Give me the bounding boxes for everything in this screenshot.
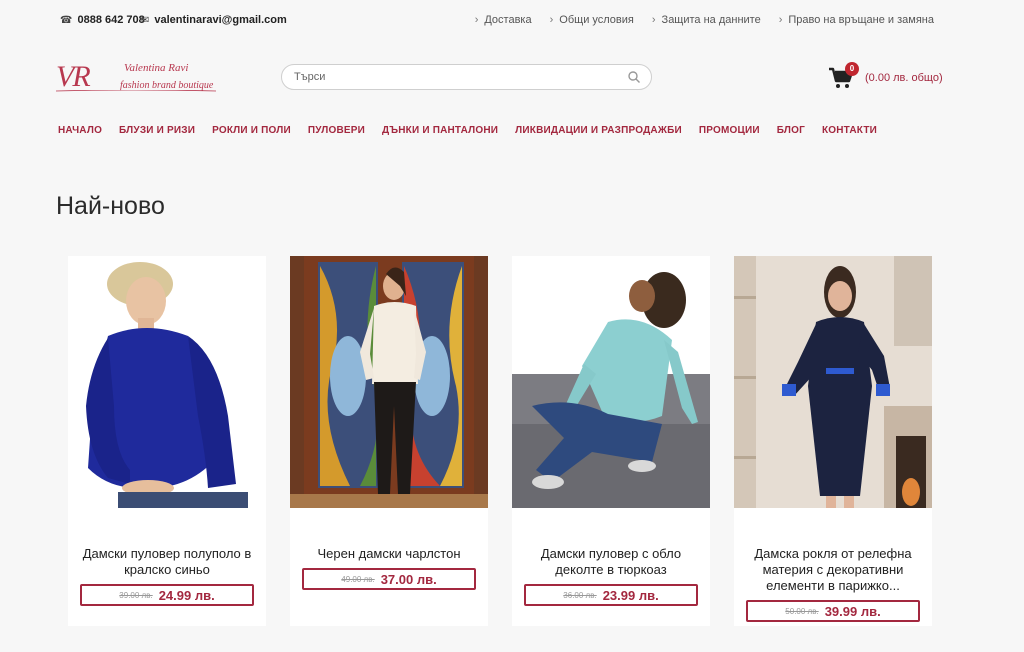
product-info: Дамски пуловер с обло деколте в тюркоаз … — [512, 518, 710, 626]
product-image[interactable] — [290, 256, 488, 508]
new-price: 37.00 лв. — [380, 571, 437, 587]
price-box[interactable]: 39.00 лв. 24.99 лв. — [80, 584, 254, 606]
chevron-right-icon: › — [778, 14, 783, 26]
link-privacy[interactable]: › Защита на данните — [652, 14, 761, 26]
nav-clearance[interactable]: ЛИКВИДАЦИИ И РАЗПРОДАЖБИ — [515, 125, 682, 136]
brand-logo[interactable]: VR Valentina Ravi fashion brand boutique — [56, 60, 221, 100]
new-price: 39.99 лв. — [824, 603, 881, 619]
old-price: 49.00 лв. — [341, 574, 375, 584]
nav-dresses-skirts[interactable]: РОКЛИ И ПОЛИ — [212, 125, 291, 136]
old-price: 39.00 лв. — [119, 590, 153, 600]
top-bar: ☎ 0888 642 708 ✉ valentinaravi@gmail.com… — [0, 0, 1024, 40]
search-bar — [281, 64, 652, 90]
phone-contact[interactable]: ☎ 0888 642 708 — [60, 14, 145, 26]
product-info: Дамски пуловер полуполо в кралско синьо … — [68, 518, 266, 626]
product-card[interactable]: Дамска рокля от релефна материя с декора… — [734, 256, 932, 626]
link-returns[interactable]: › Право на връщане и замяна — [779, 14, 934, 26]
top-links: › Доставка › Общи условия › Защита на данни… — [475, 14, 934, 26]
envelope-icon: ✉ — [141, 14, 150, 26]
section-title: Най-ново — [56, 192, 165, 220]
nav-blouses-shirts[interactable]: БЛУЗИ И РИЗИ — [119, 125, 195, 136]
link-delivery[interactable]: › Доставка — [475, 14, 532, 26]
product-card[interactable]: Черен дамски чарлстон 49.00 лв. 37.00 лв… — [290, 256, 488, 626]
phone-icon: ☎ — [60, 14, 73, 26]
main-nav: НАЧАЛО БЛУЗИ И РИЗИ РОКЛИ И ПОЛИ ПУЛОВЕР… — [58, 125, 877, 136]
nav-blog[interactable]: БЛОГ — [777, 125, 805, 136]
phone-number: 0888 642 708 — [77, 14, 145, 26]
product-info: Черен дамски чарлстон 49.00 лв. 37.00 лв… — [290, 518, 488, 626]
chevron-right-icon: › — [549, 14, 554, 26]
logo-monogram: VR — [56, 60, 91, 93]
product-name[interactable]: Дамски пуловер с обло деколте в тюркоаз — [518, 546, 704, 578]
email-address: valentinaravi@gmail.com — [154, 14, 287, 26]
link-terms[interactable]: › Общи условия — [550, 14, 634, 26]
nav-contacts[interactable]: КОНТАКТИ — [822, 125, 877, 136]
product-name[interactable]: Дамски пуловер полуполо в кралско синьо — [74, 546, 260, 578]
nav-home[interactable]: НАЧАЛО — [58, 125, 102, 136]
link-label: Общи условия — [559, 14, 634, 26]
cart-total: (0.00 лв. общо) — [865, 72, 943, 84]
cart-count-badge: 0 — [845, 62, 859, 76]
chevron-right-icon: › — [474, 14, 479, 26]
link-label: Право на връщане и замяна — [788, 14, 934, 26]
cart-button[interactable]: 0 (0.00 лв. общо) — [828, 62, 948, 90]
product-name[interactable]: Черен дамски чарлстон — [296, 546, 482, 562]
search-input[interactable] — [294, 65, 624, 89]
nav-jeans-pants[interactable]: ДЪНКИ И ПАНТАЛОНИ — [382, 125, 498, 136]
chevron-right-icon: › — [651, 14, 656, 26]
price-box[interactable]: 49.00 лв. 37.00 лв. — [302, 568, 476, 590]
old-price: 50.00 лв. — [785, 606, 819, 616]
search-icon[interactable] — [627, 70, 641, 84]
nav-promotions[interactable]: ПРОМОЦИИ — [699, 125, 760, 136]
logo-name: Valentina Ravi — [124, 62, 189, 74]
product-image[interactable] — [512, 256, 710, 508]
new-price: 24.99 лв. — [158, 587, 215, 603]
product-card[interactable]: Дамски пуловер с обло деколте в тюркоаз … — [512, 256, 710, 626]
product-info: Дамска рокля от релефна материя с декора… — [734, 518, 932, 626]
product-name[interactable]: Дамска рокля от релефна материя с декора… — [740, 546, 926, 594]
price-box[interactable]: 36.00 лв. 23.99 лв. — [524, 584, 698, 606]
new-price: 23.99 лв. — [602, 587, 659, 603]
old-price: 36.00 лв. — [563, 590, 597, 600]
logo-swoosh — [56, 90, 216, 92]
email-contact[interactable]: ✉ valentinaravi@gmail.com — [141, 14, 287, 26]
link-label: Защита на данните — [661, 14, 761, 26]
product-card[interactable]: Дамски пуловер полуполо в кралско синьо … — [68, 256, 266, 626]
price-box[interactable]: 50.00 лв. 39.99 лв. — [746, 600, 920, 622]
product-image[interactable] — [734, 256, 932, 508]
link-label: Доставка — [484, 14, 532, 26]
nav-sweaters[interactable]: ПУЛОВЕРИ — [308, 125, 365, 136]
product-image[interactable] — [68, 256, 266, 508]
